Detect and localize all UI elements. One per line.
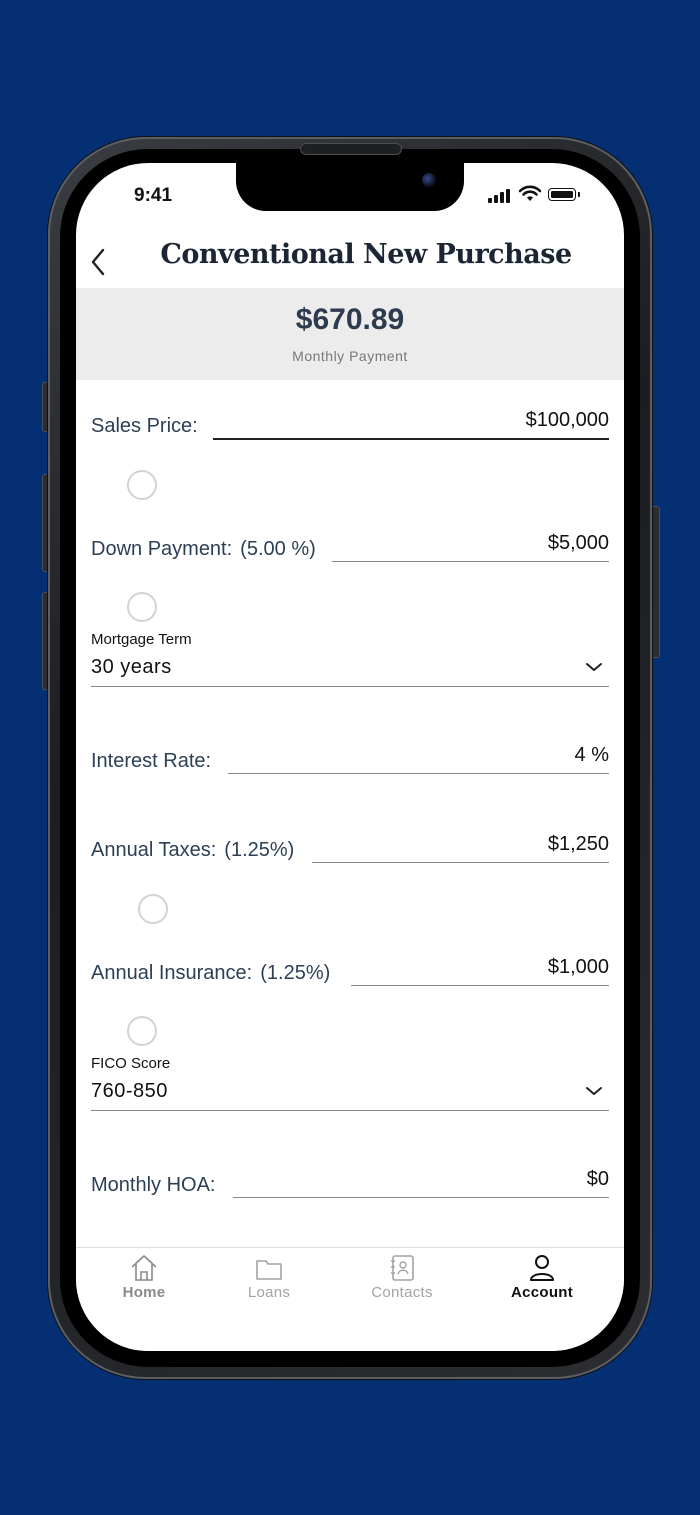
mortgage-term-select[interactable]: 30 years <box>91 652 609 687</box>
interest-rate-input[interactable] <box>228 744 609 774</box>
sales-price-row: Sales Price: <box>91 405 609 445</box>
annual-insurance-percent: (1.25%) <box>260 962 331 984</box>
annual-insurance-input[interactable] <box>351 956 609 986</box>
down-payment-label: Down Payment: (5.00 %) <box>91 538 316 560</box>
monthly-hoa-row: Monthly HOA: <box>91 1165 609 1205</box>
battery-icon <box>548 188 576 201</box>
interest-rate-row: Interest Rate: <box>91 741 609 781</box>
sales-price-input[interactable] <box>213 409 609 440</box>
annual-taxes-input[interactable] <box>312 833 609 863</box>
mortgage-term-value: 30 years <box>91 656 172 678</box>
signal-bar <box>500 192 504 203</box>
camera-icon <box>422 173 436 187</box>
annual-insurance-slider-handle[interactable] <box>127 1016 157 1046</box>
monthly-payment-amount: $670.89 <box>295 303 405 336</box>
sales-price-label: Sales Price: <box>91 415 198 437</box>
sales-price-slider-handle[interactable] <box>127 470 157 500</box>
annual-taxes-label: Annual Taxes: (1.25%) <box>91 839 295 861</box>
tab-home[interactable]: Home <box>89 1254 199 1301</box>
tab-account-label: Account <box>510 1284 574 1301</box>
fico-score-value: 760-850 <box>91 1080 168 1102</box>
tab-loans[interactable]: Loans <box>214 1254 324 1301</box>
tab-contacts-label: Contacts <box>371 1284 433 1301</box>
tab-loans-label: Loans <box>247 1284 291 1301</box>
chevron-down-icon <box>586 1087 602 1095</box>
annual-taxes-row: Annual Taxes: (1.25%) <box>91 830 609 870</box>
tab-account[interactable]: Account <box>487 1254 597 1301</box>
chevron-left-icon <box>91 248 105 276</box>
contacts-book-icon <box>391 1255 414 1281</box>
home-icon <box>131 1255 157 1281</box>
signal-bar <box>506 189 510 203</box>
annual-taxes-percent: (1.25%) <box>224 839 295 861</box>
notch <box>236 163 464 211</box>
phone-speaker <box>300 143 402 155</box>
fico-score-select[interactable]: 760-850 <box>91 1076 609 1111</box>
status-time: 9:41 <box>134 185 173 206</box>
annual-taxes-slider-handle[interactable] <box>138 894 168 924</box>
monthly-payment-label: Monthly Payment <box>292 348 408 364</box>
tab-home-label: Home <box>122 1284 166 1301</box>
app-screen: 9:41 Conventional New Purchase $670.89 M… <box>76 163 624 1351</box>
power-button <box>652 506 660 658</box>
folder-icon <box>256 1260 282 1280</box>
mortgage-term-label: Mortgage Term <box>91 631 192 648</box>
interest-rate-label: Interest Rate: <box>91 750 212 772</box>
down-payment-row: Down Payment: (5.00 %) <box>91 529 609 569</box>
annual-insurance-label: Annual Insurance: (1.25%) <box>91 962 331 984</box>
down-payment-input[interactable] <box>332 532 609 562</box>
monthly-hoa-label: Monthly HOA: <box>91 1174 216 1196</box>
tab-bar: Home Loans Contacts Account <box>76 1247 624 1351</box>
down-payment-percent: (5.00 %) <box>240 538 316 560</box>
person-icon <box>530 1255 554 1281</box>
status-icons <box>488 185 588 203</box>
chevron-down-icon <box>586 663 602 671</box>
tab-contacts[interactable]: Contacts <box>347 1254 457 1301</box>
back-button[interactable] <box>88 247 118 277</box>
signal-bar <box>488 198 492 203</box>
annual-insurance-row: Annual Insurance: (1.25%) <box>91 953 609 993</box>
page-title: Conventional New Purchase <box>160 239 572 270</box>
monthly-hoa-input[interactable] <box>233 1168 609 1198</box>
signal-bar <box>494 195 498 203</box>
payment-summary: $670.89 Monthly Payment <box>76 288 624 380</box>
down-payment-slider-handle[interactable] <box>127 592 157 622</box>
battery-tip <box>578 192 580 197</box>
wifi-icon <box>518 185 542 201</box>
fico-score-label: FICO Score <box>91 1055 171 1072</box>
